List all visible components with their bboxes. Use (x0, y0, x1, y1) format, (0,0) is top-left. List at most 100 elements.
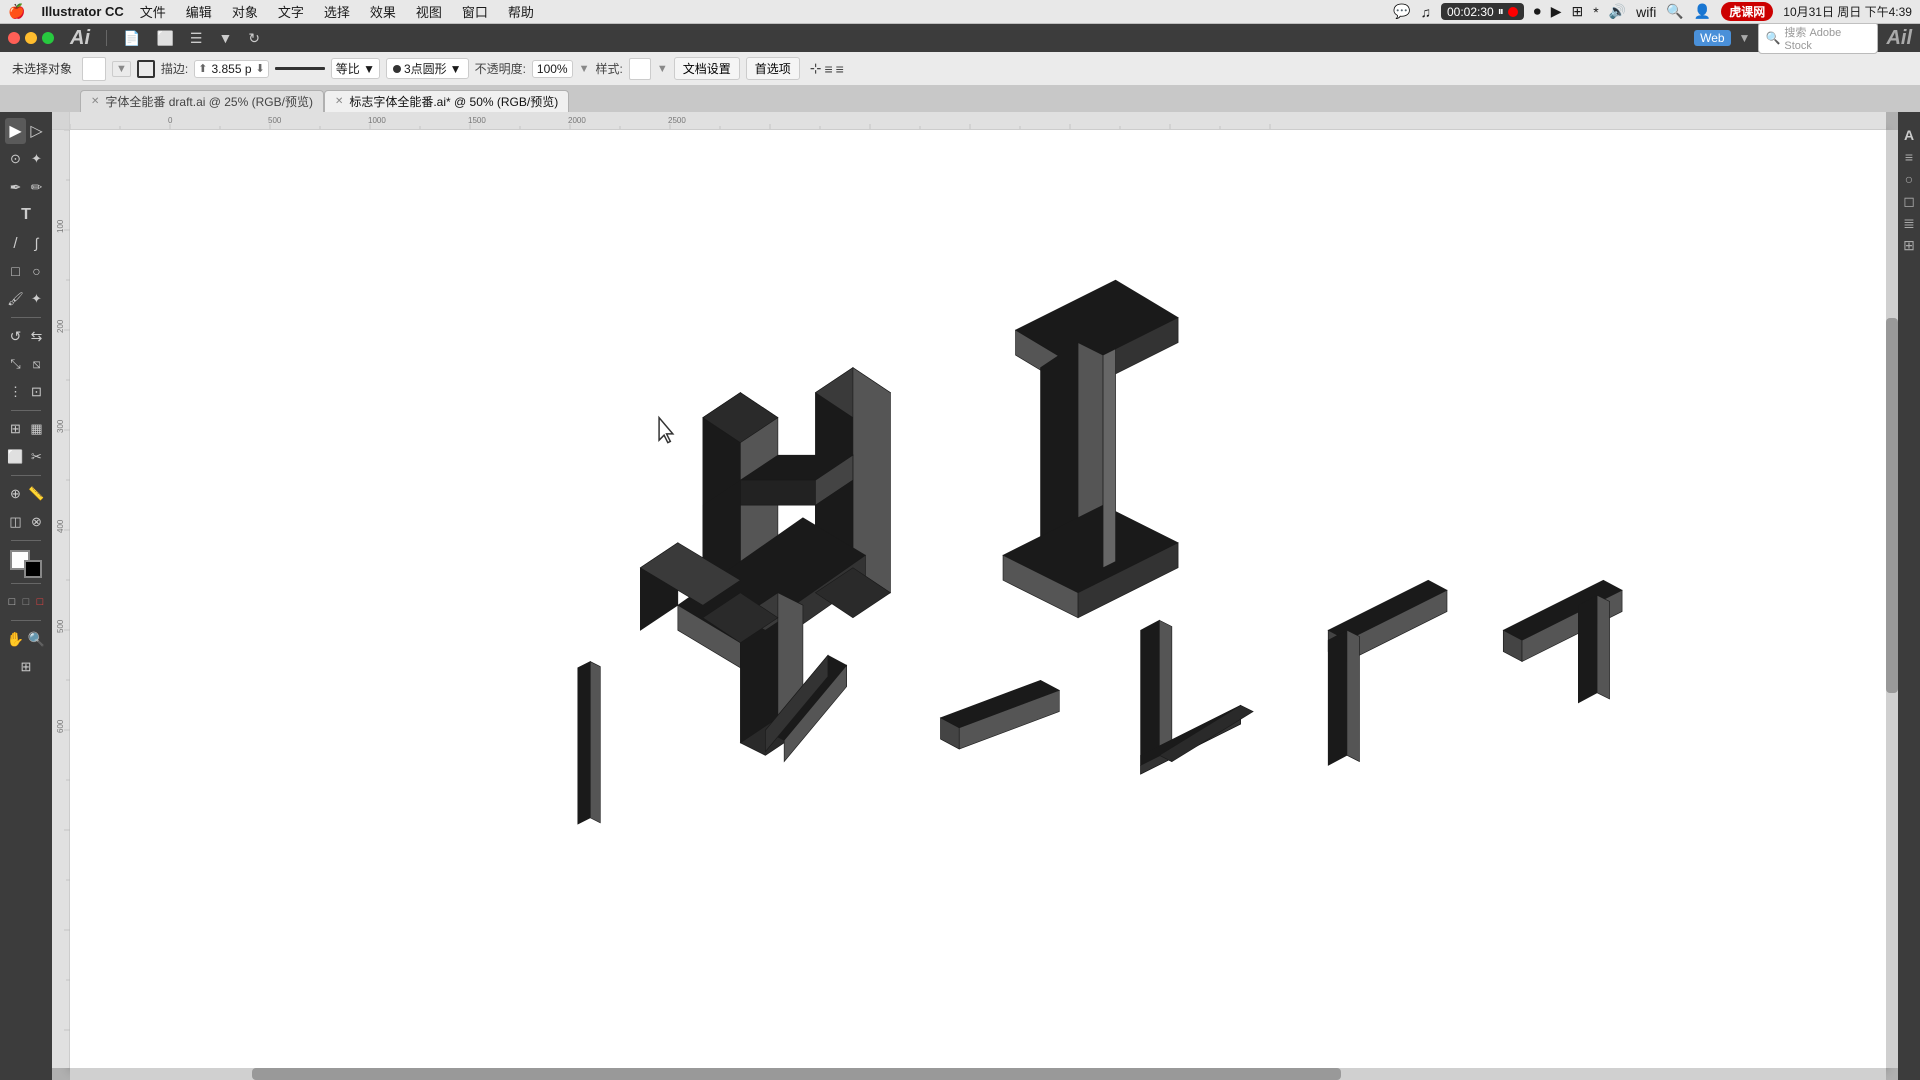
align-icon[interactable]: ≡ (825, 61, 833, 77)
menu-view[interactable]: 视图 (412, 2, 446, 21)
line-tool[interactable]: / (5, 230, 26, 256)
tab-close-1[interactable]: ✕ (91, 96, 99, 107)
color-boxes[interactable] (10, 550, 42, 578)
canvas-area[interactable]: 0 500 1000 1500 2000 2500 (52, 112, 1898, 1080)
menu-effect[interactable]: 效果 (366, 2, 400, 21)
tab-close-2[interactable]: ✕ (335, 96, 343, 107)
rp-props-icon[interactable]: ≡ (1900, 148, 1918, 166)
menu-select[interactable]: 选择 (320, 2, 354, 21)
column-graph-tool[interactable]: ▦ (26, 416, 47, 442)
draw-normal-icon[interactable]: □ (5, 589, 19, 615)
rp-grid-icon[interactable]: ⊞ (1900, 236, 1918, 254)
menu-object[interactable]: 对象 (228, 2, 262, 21)
screen-icon[interactable]: ▶ (1551, 3, 1562, 20)
grid-icon[interactable]: ⊞ (1572, 3, 1584, 20)
activity-icon[interactable]: ⏺ (1534, 3, 1541, 20)
pts-dropdown[interactable]: 3点圆形 ▼ (386, 58, 469, 79)
rp-align-icon[interactable]: ≣ (1900, 214, 1918, 232)
lasso-tool[interactable]: ⊙ (5, 146, 26, 172)
search-bar[interactable]: 🔍 搜索 Adobe Stock (1758, 22, 1878, 54)
symbol-tool[interactable]: ⊞ (5, 416, 26, 442)
rotate-canvas-icon[interactable]: ↻ (244, 28, 264, 49)
selection-tool[interactable]: ▶ (5, 118, 26, 144)
menu-file[interactable]: 文件 (136, 2, 170, 21)
blend-tool[interactable]: ⊗ (26, 509, 47, 535)
close-button[interactable] (8, 32, 20, 44)
prefs-button[interactable]: 首选项 (746, 57, 800, 80)
type-tool[interactable]: T (8, 202, 44, 228)
menu-window[interactable]: 窗口 (458, 2, 492, 21)
warp-tool[interactable]: ⋮ (5, 379, 26, 405)
draw-clip-icon[interactable]: □ (33, 589, 47, 615)
dropdown-arrow[interactable]: ▼ (1739, 31, 1751, 45)
doc-settings-button[interactable]: 文档设置 (674, 57, 740, 80)
scrollbar-thumb-v[interactable] (1886, 318, 1898, 693)
app-name[interactable]: Illustrator CC (41, 4, 123, 19)
gradient-tool[interactable]: ◫ (5, 509, 26, 535)
volume-icon[interactable]: 🔊 (1609, 3, 1626, 20)
wechat-icon[interactable]: 💬 (1393, 3, 1410, 20)
new-doc-icon[interactable]: 📄 (119, 28, 144, 49)
fill-color-swatch[interactable] (82, 57, 106, 81)
draw-behind-icon[interactable]: □ (19, 589, 33, 615)
stroke-line-preview (275, 67, 325, 70)
menu-edit[interactable]: 编辑 (182, 2, 216, 21)
opacity-input[interactable]: 100% (532, 60, 573, 78)
free-transform-tool[interactable]: ⊡ (26, 379, 47, 405)
rotate-tool[interactable]: ↺ (5, 323, 26, 349)
scale-tool[interactable]: ⤡ (5, 351, 26, 377)
slice-tool[interactable]: ✂ (26, 444, 47, 470)
arc-tool[interactable]: ∫ (26, 230, 47, 256)
apple-menu[interactable]: 🍎 (8, 3, 25, 20)
pen-tool[interactable]: ✒ (5, 174, 26, 200)
rp-circle-icon[interactable]: ○ (1900, 170, 1918, 188)
background-color[interactable] (24, 560, 42, 578)
fill-dropdown[interactable]: ▼ (112, 61, 131, 77)
measure-tool[interactable]: 📏 (26, 481, 47, 507)
style-swatch[interactable] (629, 58, 651, 80)
style-arrow[interactable]: ▼ (657, 63, 668, 75)
tab-2[interactable]: ✕ 标志字体全能番.ai* @ 50% (RGB/预览) (324, 90, 569, 112)
paintbrush-tool[interactable]: 🖌 (5, 286, 26, 312)
rp-square-icon[interactable]: ◻ (1900, 192, 1918, 210)
minimize-button[interactable] (25, 32, 37, 44)
menu-help[interactable]: 帮助 (504, 2, 538, 21)
music-icon[interactable]: ♫ (1421, 4, 1432, 20)
blob-brush-tool[interactable]: ✦ (26, 286, 47, 312)
stroke-up-icon[interactable]: ⬆ (198, 62, 207, 75)
more-icon[interactable]: ≡ (836, 61, 844, 77)
wifi-icon[interactable]: wifi (1636, 4, 1656, 20)
stroke-down-icon[interactable]: ⬇ (256, 62, 265, 75)
magic-wand-tool[interactable]: ✦ (26, 146, 47, 172)
bluetooth-icon[interactable]: * (1593, 4, 1598, 20)
user-icon[interactable]: 👤 (1694, 3, 1711, 20)
direct-select-tool[interactable]: ▷ (26, 118, 47, 144)
grid-dots-icon[interactable]: ⊹ (810, 60, 822, 77)
arrange-icon[interactable]: ☰ (186, 28, 207, 49)
hand-tool[interactable]: ✋ (5, 626, 26, 652)
pause-icon[interactable]: ⏸ (1498, 4, 1504, 19)
stroke-value[interactable]: 3.855 p (207, 61, 255, 77)
artboard-tool[interactable]: ⬜ (5, 444, 26, 470)
reflect-tool[interactable]: ⇆ (26, 323, 47, 349)
stroke-scale-dropdown[interactable]: 等比 ▼ (331, 58, 380, 79)
component-tool[interactable]: ⊞ (8, 654, 44, 680)
rect-tool[interactable]: □ (5, 258, 26, 284)
opacity-arrow[interactable]: ▼ (579, 63, 590, 75)
ellipse-tool[interactable]: ○ (26, 258, 47, 284)
search-icon[interactable]: 🔍 (1666, 3, 1683, 20)
scrollbar-horizontal[interactable] (70, 1068, 1886, 1080)
stroke-color-swatch[interactable] (137, 60, 155, 78)
chevron-down-icon[interactable]: ▼ (214, 28, 236, 48)
scrollbar-thumb-h[interactable] (252, 1068, 1342, 1080)
menu-type[interactable]: 文字 (274, 2, 308, 21)
shear-tool[interactable]: ⧅ (26, 351, 47, 377)
tab-1[interactable]: ✕ 字体全能番 draft.ai @ 25% (RGB/预览) (80, 90, 324, 112)
eyedropper-tool[interactable]: ⊕ (5, 481, 26, 507)
pencil-tool[interactable]: ✏ (26, 174, 47, 200)
zoom-tool[interactable]: 🔍 (26, 626, 47, 652)
rp-type-icon[interactable]: A (1900, 126, 1918, 144)
maximize-button[interactable] (42, 32, 54, 44)
view-grid-icon[interactable]: ⬜ (152, 28, 177, 49)
scrollbar-vertical[interactable] (1886, 130, 1898, 1068)
